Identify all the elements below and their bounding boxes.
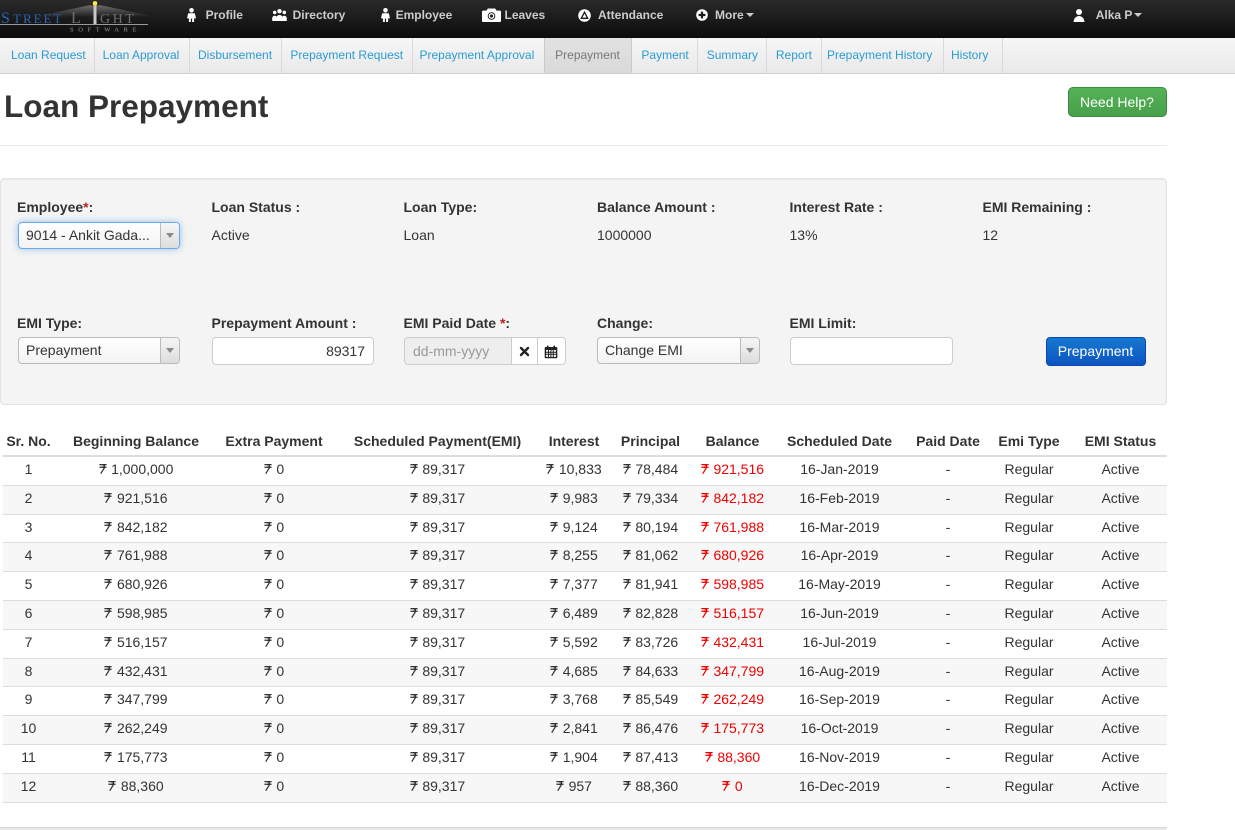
svg-text:TREET: TREET bbox=[13, 11, 63, 26]
svg-text:SOFTWARE: SOFTWARE bbox=[70, 27, 141, 34]
